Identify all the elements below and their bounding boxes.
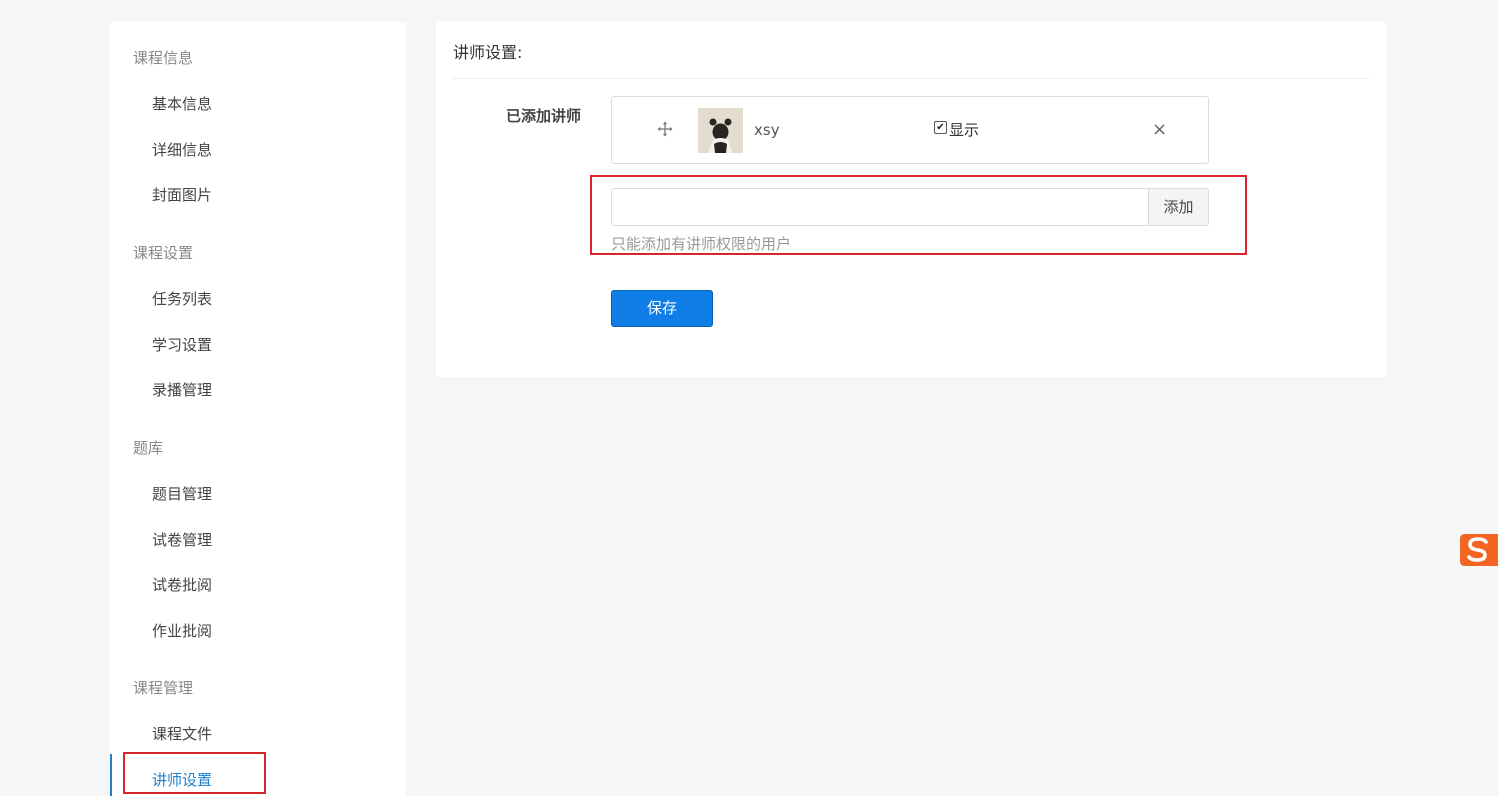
move-icon[interactable] (657, 121, 673, 137)
sidebar-item-course-files[interactable]: 课程文件 (152, 723, 212, 744)
page-title: 讲师设置: (453, 43, 523, 62)
teacher-list-item: xsy ✔ 显示 × (611, 96, 1209, 164)
add-teacher-help-text: 只能添加有讲师权限的用户 (611, 235, 792, 253)
sidebar-item-paper-management[interactable]: 试卷管理 (152, 529, 212, 550)
sidebar-group-course-info: 课程信息 (133, 49, 194, 67)
show-checkbox[interactable]: ✔ (934, 121, 947, 134)
sidebar-nav: 课程信息 基本信息 详细信息 封面图片 课程设置 任务列表 学习设置 录播管理 … (110, 22, 406, 796)
sidebar-item-detail-info[interactable]: 详细信息 (152, 139, 212, 160)
sidebar-group-course-management: 课程管理 (133, 679, 194, 697)
add-teacher-input[interactable] (611, 188, 1149, 226)
teacher-avatar (698, 108, 743, 153)
sidebar-group-course-settings: 课程设置 (133, 244, 194, 262)
teacher-name: xsy (754, 121, 780, 139)
sidebar-group-question-bank: 题库 (133, 439, 164, 457)
sidebar-active-indicator (110, 754, 112, 796)
sidebar-item-paper-review[interactable]: 试卷批阅 (152, 574, 212, 595)
remove-teacher-close-icon[interactable]: × (1152, 119, 1167, 140)
sidebar-item-task-list[interactable]: 任务列表 (152, 288, 212, 309)
title-divider (453, 78, 1369, 79)
add-teacher-button[interactable]: 添加 (1148, 188, 1209, 226)
sidebar-item-basic-info[interactable]: 基本信息 (152, 93, 212, 114)
sidebar-item-recording-management[interactable]: 录播管理 (152, 379, 212, 400)
save-button[interactable]: 保存 (611, 290, 713, 327)
show-label: 显示 (949, 121, 980, 139)
added-teachers-label: 已添加讲师 (506, 107, 582, 125)
sidebar-item-study-settings[interactable]: 学习设置 (152, 334, 212, 355)
sidebar-item-homework-review[interactable]: 作业批阅 (152, 620, 212, 641)
teacher-settings-panel: 讲师设置: 已添加讲师 xsy ✔ 显示 × 添加 只能添加有讲师权限的用户 保… (436, 22, 1386, 377)
show-toggle[interactable]: ✔ 显示 (934, 119, 979, 140)
highlight-box-sidebar (123, 752, 266, 794)
sidebar-item-question-management[interactable]: 题目管理 (152, 483, 212, 504)
sidebar-item-cover-image[interactable]: 封面图片 (152, 184, 212, 205)
sogou-ime-icon[interactable] (1459, 532, 1498, 568)
